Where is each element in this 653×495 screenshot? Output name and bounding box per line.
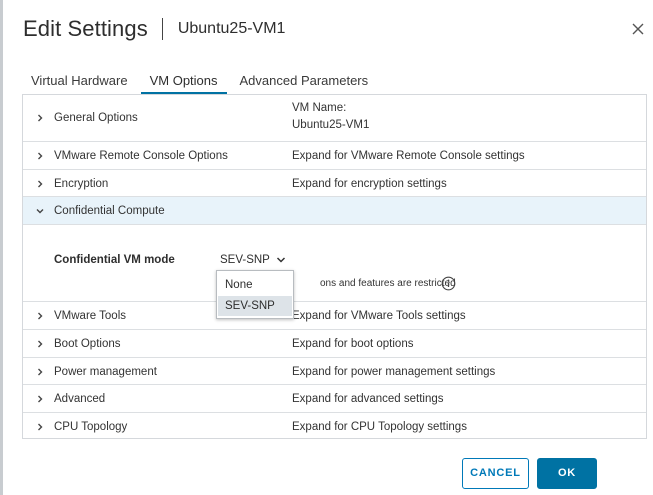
dialog-title: Edit Settings bbox=[23, 16, 148, 41]
chevron-right-icon bbox=[38, 114, 43, 122]
select-value: SEV-SNP bbox=[220, 254, 270, 266]
row-cpu-topology[interactable]: CPU Topology Expand for CPU Topology set… bbox=[23, 413, 646, 438]
row-label: VMware Remote Console Options bbox=[54, 150, 228, 162]
confidential-vm-mode-select[interactable]: SEV-SNP bbox=[220, 254, 286, 266]
cancel-button[interactable]: CANCEL bbox=[462, 458, 529, 489]
confidential-compute-section: Confidential VM mode SEV-SNP ons and fea… bbox=[23, 225, 646, 302]
tab-vm-options[interactable]: VM Options bbox=[140, 66, 227, 95]
chevron-down-icon bbox=[36, 209, 44, 214]
chevron-down-icon bbox=[276, 257, 285, 263]
row-confidential-compute[interactable]: Confidential Compute bbox=[23, 197, 646, 225]
dropdown-option-sev-snp[interactable]: SEV-SNP bbox=[218, 296, 292, 316]
mode-dropdown-menu: None SEV-SNP bbox=[216, 270, 294, 319]
row-boot-options[interactable]: Boot Options Expand for boot options bbox=[23, 330, 646, 358]
row-general-options[interactable]: General Options VM Name: Ubuntu25-VM1 bbox=[23, 95, 646, 142]
window-edge bbox=[0, 0, 3, 495]
row-label: CPU Topology bbox=[54, 421, 128, 433]
row-value: Expand for VMware Tools settings bbox=[292, 310, 466, 322]
tab-advanced-parameters[interactable]: Advanced Parameters bbox=[231, 66, 378, 94]
row-label: General Options bbox=[54, 112, 138, 124]
dropdown-option-none[interactable]: None bbox=[218, 275, 292, 295]
chevron-right-icon bbox=[38, 152, 43, 160]
row-encryption[interactable]: Encryption Expand for encryption setting… bbox=[23, 170, 646, 197]
restriction-note: ons and features are restricted bbox=[320, 278, 456, 289]
chevron-right-icon bbox=[38, 395, 43, 403]
title-separator bbox=[161, 18, 163, 40]
ok-button[interactable]: OK bbox=[537, 458, 597, 489]
row-label: Encryption bbox=[54, 178, 109, 190]
row-vmware-tools[interactable]: VMware Tools Expand for VMware Tools set… bbox=[23, 302, 646, 330]
row-value: Expand for power management settings bbox=[292, 366, 496, 378]
row-label: Confidential Compute bbox=[54, 205, 165, 217]
row-value: Expand for CPU Topology settings bbox=[292, 421, 467, 433]
chevron-right-icon bbox=[38, 180, 43, 188]
chevron-right-icon bbox=[38, 312, 43, 320]
tab-virtual-hardware[interactable]: Virtual Hardware bbox=[22, 66, 137, 94]
row-power-management[interactable]: Power management Expand for power manage… bbox=[23, 358, 646, 385]
row-value: Expand for boot options bbox=[292, 338, 414, 350]
tab-bar: Virtual Hardware VM Options Advanced Par… bbox=[22, 66, 381, 95]
row-value: Expand for advanced settings bbox=[292, 393, 444, 405]
dialog-subtitle: Ubuntu25-VM1 bbox=[177, 20, 286, 37]
chevron-right-icon bbox=[38, 340, 43, 348]
row-value: Expand for encryption settings bbox=[292, 178, 447, 190]
row-label: VMware Tools bbox=[54, 310, 127, 322]
vm-name-value: Ubuntu25-VM1 bbox=[292, 119, 370, 131]
row-value: Expand for VMware Remote Console setting… bbox=[292, 150, 525, 162]
row-advanced[interactable]: Advanced Expand for advanced settings bbox=[23, 385, 646, 413]
row-label: Advanced bbox=[54, 393, 106, 405]
vm-options-panel: General Options VM Name: Ubuntu25-VM1 VM… bbox=[22, 94, 647, 439]
dialog-header: Edit Settings Ubuntu25-VM1 bbox=[23, 14, 285, 44]
row-remote-console-options[interactable]: VMware Remote Console Options Expand for… bbox=[23, 142, 646, 170]
chevron-right-icon bbox=[38, 423, 43, 431]
row-label: Boot Options bbox=[54, 338, 121, 350]
info-icon[interactable] bbox=[441, 276, 456, 291]
chevron-right-icon bbox=[38, 368, 43, 376]
vm-name-label: VM Name: bbox=[292, 102, 347, 114]
close-icon[interactable] bbox=[629, 20, 647, 38]
confidential-vm-mode-label: Confidential VM mode bbox=[54, 254, 175, 266]
row-label: Power management bbox=[54, 366, 157, 378]
